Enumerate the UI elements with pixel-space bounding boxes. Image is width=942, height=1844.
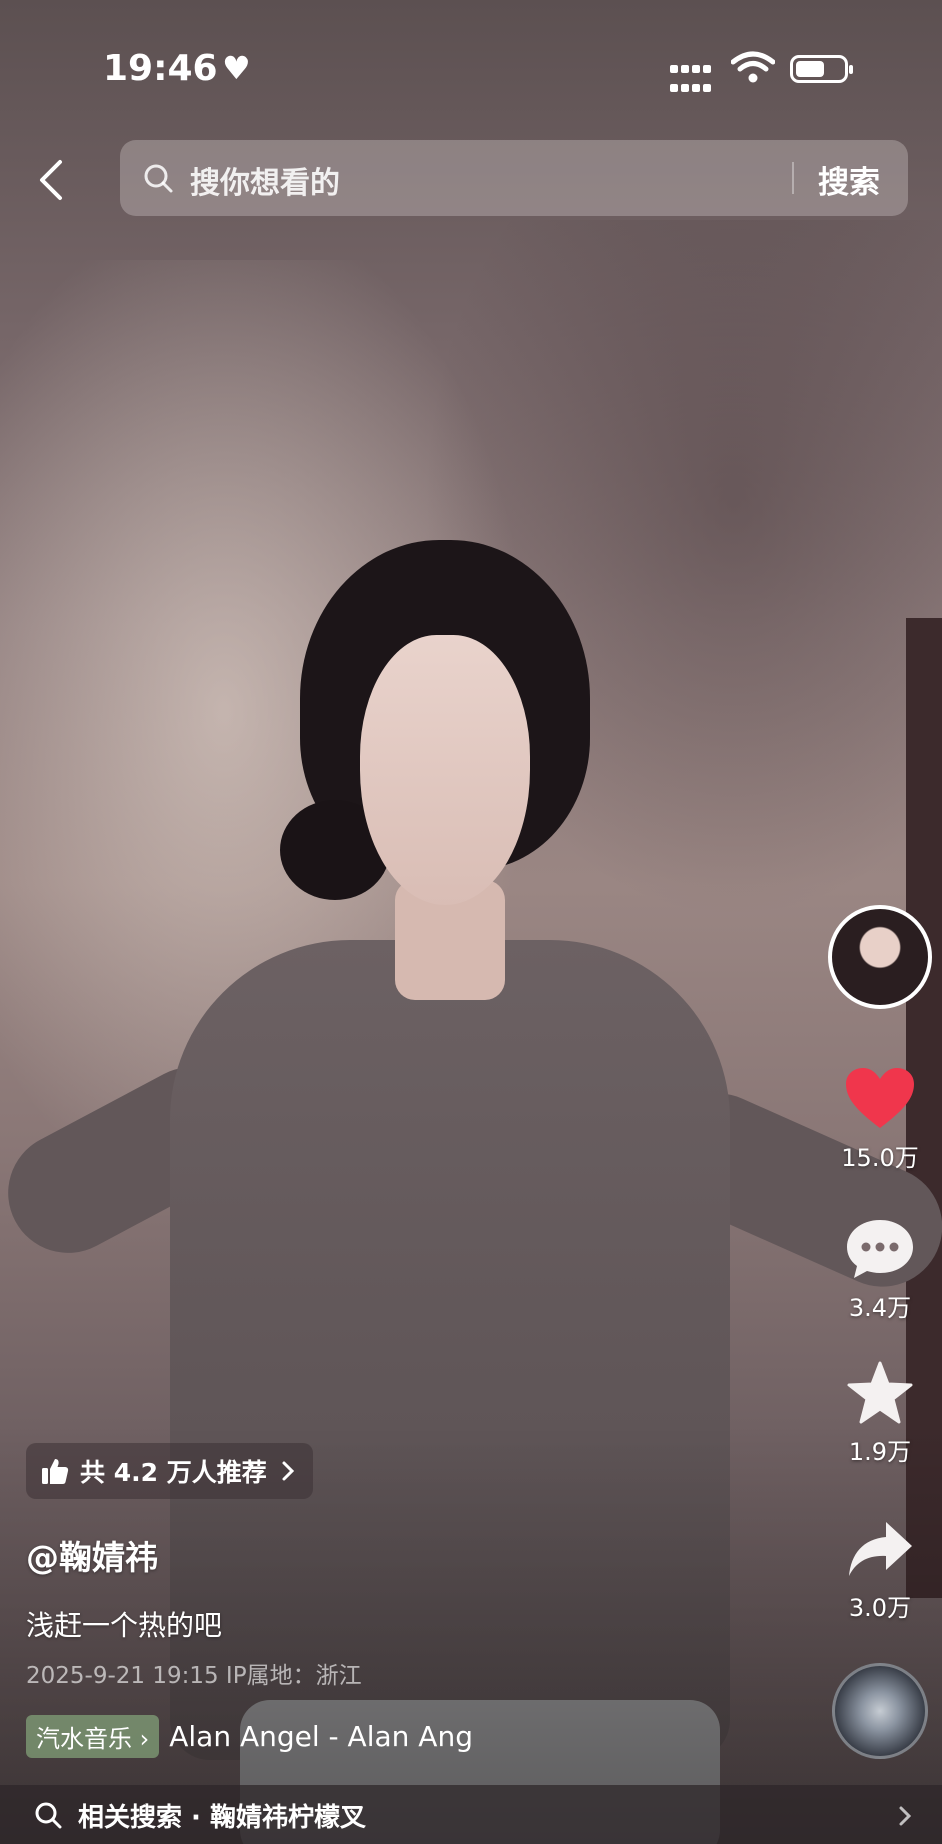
share-count: 3.0万: [848, 1594, 912, 1622]
status-heart-icon: ♥: [222, 49, 251, 87]
battery-icon: [790, 55, 853, 83]
recommend-badge[interactable]: 共 4.2 万人推荐: [26, 1443, 313, 1499]
related-search-label: 相关搜索 · 鞠婧祎柠檬叉: [78, 1803, 366, 1833]
signal-icon: [670, 58, 714, 96]
wifi-icon: [731, 51, 775, 83]
music-source-tag[interactable]: 汽水音乐 ›: [26, 1714, 160, 1758]
music-title: Alan Angel - Alan Ang: [169, 1719, 473, 1753]
share-arrow-icon: [849, 1522, 912, 1576]
back-chevron-icon[interactable]: [32, 152, 72, 208]
favorite-count: 1.9万: [848, 1438, 912, 1466]
recommend-label: 共 4.2 万人推荐: [80, 1458, 267, 1487]
like-count: 15.0万: [841, 1144, 919, 1172]
like-button[interactable]: 15.0万: [828, 1066, 932, 1173]
music-row[interactable]: 汽水音乐 › Alan Angel - Alan Ang: [26, 1714, 546, 1758]
status-time: 19:46: [103, 48, 218, 89]
comment-bubble-icon: [847, 1220, 913, 1278]
figure-face: [360, 635, 530, 905]
author-name[interactable]: @鞠婧祎: [26, 1531, 158, 1579]
comment-button[interactable]: 3.4万: [828, 1216, 932, 1323]
music-disc[interactable]: [832, 1663, 928, 1759]
search-input[interactable]: 搜你想看的: [190, 158, 340, 202]
share-button[interactable]: 3.0万: [828, 1518, 932, 1623]
status-bar: 19:46 ♥: [0, 40, 942, 100]
search-button[interactable]: 搜索: [818, 157, 880, 202]
star-icon: [847, 1361, 913, 1424]
author-avatar[interactable]: [828, 905, 932, 1009]
related-search-bar[interactable]: 相关搜索 · 鞠婧祎柠檬叉: [0, 1785, 942, 1844]
search-icon: [144, 164, 173, 193]
thumbs-up-icon: [42, 1459, 69, 1484]
video-meta: 2025-9-21 19:15 IP属地：浙江: [26, 1663, 362, 1689]
chevron-right-icon: [282, 1461, 294, 1481]
video-player[interactable]: 19:46 ♥ 搜你想看的 搜索 15.0万 3.4万 1.9万 3.0万 共 …: [0, 0, 942, 1844]
search-bar[interactable]: 搜你想看的 搜索: [120, 140, 908, 216]
search-icon: [35, 1802, 62, 1829]
video-caption: 浅赶一个热的吧: [26, 1609, 223, 1642]
heart-icon: [846, 1068, 914, 1128]
favorite-button[interactable]: 1.9万: [828, 1360, 932, 1467]
comment-count: 3.4万: [848, 1294, 912, 1322]
search-divider: [792, 162, 794, 194]
chevron-right-icon: [899, 1806, 912, 1826]
